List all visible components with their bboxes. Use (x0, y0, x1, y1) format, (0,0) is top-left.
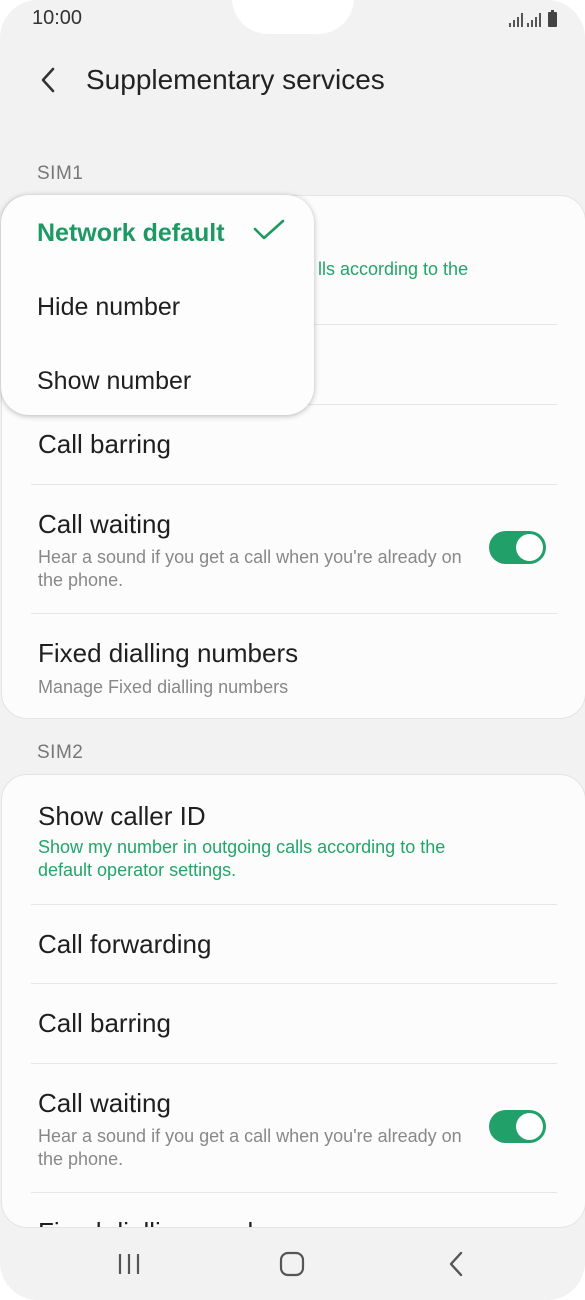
signal-icon (527, 11, 541, 27)
sim1-call-barring-row[interactable]: Call barring (2, 405, 585, 484)
home-button[interactable] (272, 1248, 312, 1280)
toggle-knob (516, 1113, 543, 1140)
row-subtitle: Hear a sound if you get a call when you'… (38, 547, 462, 590)
signal-icon (509, 11, 523, 27)
chevron-left-icon (41, 67, 55, 93)
camera-notch (232, 0, 354, 34)
battery-icon (548, 10, 557, 27)
row-title: Fixed dialling numbers (38, 638, 299, 668)
recents-icon (118, 1254, 140, 1274)
sim1-caller-id-subtitle: lls according to the (318, 259, 469, 279)
call-waiting-toggle[interactable] (489, 531, 546, 564)
back-icon (449, 1251, 463, 1277)
sim1-call-waiting-row[interactable]: Call waiting Hear a sound if you get a c… (2, 485, 585, 613)
status-icons (509, 9, 557, 27)
sim2-show-caller-id-row[interactable]: Show caller ID Show my number in outgoin… (2, 775, 585, 904)
status-time: 10:00 (32, 7, 83, 29)
sim2-call-forwarding-row[interactable]: Call forwarding (2, 905, 585, 984)
row-subtitle: Manage Fixed dialling numbers (38, 677, 289, 697)
row-subtitle: Show my number in outgoing calls accordi… (38, 837, 446, 880)
sim2-card: Show caller ID Show my number in outgoin… (1, 774, 585, 1228)
caller-id-popup-menu: Network default Hide number Show number (1, 195, 314, 415)
toggle-knob (516, 534, 543, 561)
option-network-default[interactable]: Network default (37, 219, 225, 248)
call-waiting-toggle[interactable] (489, 1110, 546, 1143)
sim2-section-label: SIM2 (37, 742, 84, 763)
home-icon (279, 1251, 305, 1277)
back-button[interactable] (30, 60, 66, 100)
sim2-call-barring-row[interactable]: Call barring (2, 984, 585, 1063)
row-title: Fixed dialling numbers (38, 1217, 298, 1227)
row-subtitle: Hear a sound if you get a call when you'… (38, 1126, 462, 1169)
option-show-number[interactable]: Show number (37, 367, 191, 396)
sim2-call-waiting-row[interactable]: Call waiting Hear a sound if you get a c… (2, 1064, 585, 1192)
page-title: Supplementary services (86, 64, 385, 95)
row-title: Show caller ID (38, 801, 206, 831)
sim2-fixed-dialling-row[interactable]: Fixed dialling numbers (2, 1193, 585, 1227)
navigation-bar (0, 1228, 585, 1300)
row-title: Call forwarding (38, 929, 212, 959)
row-title: Call barring (38, 1008, 171, 1038)
row-title: Call waiting (38, 1088, 171, 1118)
option-hide-number[interactable]: Hide number (37, 293, 180, 322)
check-icon (253, 219, 285, 240)
recents-button[interactable] (109, 1248, 149, 1280)
nav-back-button[interactable] (436, 1248, 476, 1280)
row-title: Call barring (38, 429, 171, 459)
phone-screen: 10:00 Supplementary services SIM1 lls ac… (0, 0, 585, 1300)
sim1-section-label: SIM1 (37, 163, 84, 184)
row-title: Call waiting (38, 509, 171, 539)
sim1-fixed-dialling-row[interactable]: Fixed dialling numbers Manage Fixed dial… (2, 614, 585, 718)
app-bar: Supplementary services (0, 48, 585, 112)
